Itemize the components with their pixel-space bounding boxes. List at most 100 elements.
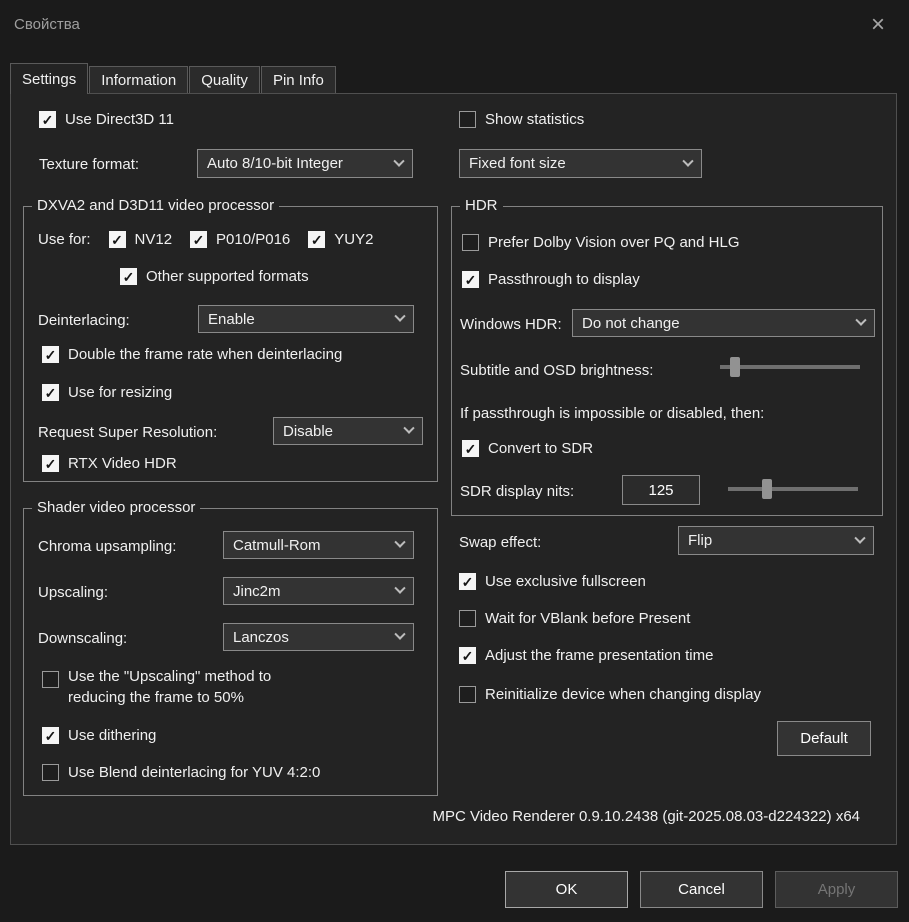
exclusive-fullscreen-row[interactable]: Use exclusive fullscreen: [459, 573, 646, 590]
blend-deinterlacing-checkbox[interactable]: [42, 764, 59, 781]
cancel-button[interactable]: Cancel: [640, 871, 763, 908]
double-frame-rate-row[interactable]: Double the frame rate when deinterlacing: [42, 346, 342, 363]
swap-effect-value: Flip: [688, 532, 713, 549]
osd-brightness-slider-track[interactable]: [720, 365, 860, 369]
osd-brightness-slider[interactable]: [720, 357, 860, 377]
tab-quality-label: Quality: [201, 71, 248, 89]
swap-effect-dropdown[interactable]: Flip: [678, 526, 874, 555]
default-button[interactable]: Default: [777, 721, 871, 756]
other-formats-row[interactable]: Other supported formats: [120, 268, 309, 285]
chevron-down-icon: [394, 628, 406, 640]
passthrough-label: Passthrough to display: [488, 271, 640, 288]
use-for-resizing-checkbox[interactable]: [42, 384, 59, 401]
exclusive-fullscreen-checkbox[interactable]: [459, 573, 476, 590]
rtx-video-hdr-row[interactable]: RTX Video HDR: [42, 455, 177, 472]
sdr-nits-slider-thumb[interactable]: [762, 479, 772, 499]
sdr-nits-slider[interactable]: [728, 479, 858, 499]
upscaling-method-50-label: Use the "Upscaling" method to reducing t…: [68, 668, 272, 706]
upscaling-dropdown[interactable]: Jinc2m: [223, 577, 414, 605]
format-p010-checkbox[interactable]: [190, 231, 208, 248]
convert-to-sdr-checkbox[interactable]: [462, 440, 479, 457]
convert-to-sdr-label: Convert to SDR: [488, 440, 594, 457]
other-formats-checkbox[interactable]: [120, 268, 137, 285]
font-size-dropdown[interactable]: Fixed font size: [459, 149, 702, 178]
adjust-frame-time-row[interactable]: Adjust the frame presentation time: [459, 647, 713, 664]
windows-hdr-label: Windows HDR:: [460, 316, 562, 333]
osd-brightness-slider-thumb[interactable]: [730, 357, 740, 377]
osd-brightness-label: Subtitle and OSD brightness:: [460, 362, 654, 379]
wait-vblank-label: Wait for VBlank before Present: [485, 610, 691, 627]
windows-hdr-value: Do not change: [582, 314, 680, 332]
format-nv12-item[interactable]: NV12: [108, 231, 172, 248]
dxva-group: DXVA2 and D3D11 video processor Use for:…: [23, 197, 438, 482]
sdr-nits-input[interactable]: [622, 475, 700, 505]
convert-to-sdr-row[interactable]: Convert to SDR: [462, 440, 593, 457]
hdr-group: HDR Prefer Dolby Vision over PQ and HLG …: [451, 197, 883, 516]
format-yuy2-label: YUY2: [334, 231, 374, 248]
dxva-group-title: DXVA2 and D3D11 video processor: [32, 197, 280, 214]
upscaling-method-50-checkbox[interactable]: [42, 671, 59, 688]
downscaling-label: Downscaling:: [38, 630, 128, 647]
deinterlacing-value: Enable: [208, 310, 255, 328]
deinterlacing-dropdown[interactable]: Enable: [198, 305, 414, 333]
double-frame-rate-checkbox[interactable]: [42, 346, 59, 363]
rtx-video-hdr-label: RTX Video HDR: [68, 455, 177, 472]
use-direct3d11-checkbox[interactable]: [39, 111, 56, 128]
close-icon[interactable]: ×: [863, 10, 893, 40]
format-nv12-checkbox[interactable]: [108, 231, 126, 248]
prefer-dolby-vision-checkbox[interactable]: [462, 234, 479, 251]
show-statistics-row[interactable]: Show statistics: [459, 111, 584, 128]
use-direct3d11-label: Use Direct3D 11: [65, 111, 174, 128]
tab-information[interactable]: Information: [89, 66, 189, 93]
tab-settings[interactable]: Settings: [10, 63, 89, 94]
wait-vblank-row[interactable]: Wait for VBlank before Present: [459, 610, 690, 627]
chevron-down-icon: [394, 582, 406, 594]
rtx-video-hdr-checkbox[interactable]: [42, 455, 59, 472]
format-yuy2-item[interactable]: YUY2: [308, 231, 373, 248]
sdr-nits-slider-track[interactable]: [728, 487, 858, 491]
ok-button[interactable]: OK: [505, 871, 628, 908]
show-statistics-label: Show statistics: [485, 111, 585, 128]
adjust-frame-time-checkbox[interactable]: [459, 647, 476, 664]
sdr-nits-label: SDR display nits:: [460, 483, 575, 500]
use-dithering-checkbox[interactable]: [42, 727, 59, 744]
wait-vblank-checkbox[interactable]: [459, 610, 476, 627]
chroma-upsampling-dropdown[interactable]: Catmull-Rom: [223, 531, 414, 559]
windows-hdr-dropdown[interactable]: Do not change: [572, 309, 875, 337]
use-for-resizing-row[interactable]: Use for resizing: [42, 384, 172, 401]
reinit-device-row[interactable]: Reinitialize device when changing displa…: [459, 686, 761, 703]
upscaling-label: Upscaling:: [38, 584, 109, 601]
format-p010-item[interactable]: P010/P016: [190, 231, 290, 248]
passthrough-row[interactable]: Passthrough to display: [462, 271, 640, 288]
passthrough-note: If passthrough is impossible or disabled…: [460, 405, 765, 422]
blend-deinterlacing-row[interactable]: Use Blend deinterlacing for YUV 4:2:0: [42, 764, 320, 781]
tab-pin-info[interactable]: Pin Info: [260, 66, 336, 93]
super-resolution-dropdown[interactable]: Disable: [273, 417, 423, 445]
downscaling-value: Lanczos: [233, 628, 289, 646]
upscaling-method-50-row[interactable]: Use the "Upscaling" method to reducing t…: [42, 666, 313, 708]
passthrough-checkbox[interactable]: [462, 271, 479, 288]
chevron-down-icon: [855, 314, 867, 326]
use-for-row: Use for: NV12 P010/P016 YUY2: [38, 231, 373, 248]
tab-quality[interactable]: Quality: [189, 66, 260, 93]
double-frame-rate-label: Double the frame rate when deinterlacing: [68, 346, 343, 363]
shader-group: Shader video processor Chroma upsampling…: [23, 499, 438, 796]
downscaling-dropdown[interactable]: Lanczos: [223, 623, 414, 651]
title-bar: Свойства ×: [0, 0, 909, 52]
prefer-dolby-vision-label: Prefer Dolby Vision over PQ and HLG: [488, 234, 740, 251]
format-p010-label: P010/P016: [216, 231, 291, 248]
reinit-device-checkbox[interactable]: [459, 686, 476, 703]
texture-format-label: Texture format:: [39, 156, 140, 173]
format-yuy2-checkbox[interactable]: [308, 231, 326, 248]
prefer-dolby-vision-row[interactable]: Prefer Dolby Vision over PQ and HLG: [462, 234, 740, 251]
apply-button[interactable]: Apply: [775, 871, 898, 908]
chevron-down-icon: [394, 310, 406, 322]
use-direct3d11-row[interactable]: Use Direct3D 11: [39, 111, 174, 128]
chevron-down-icon: [393, 155, 405, 167]
hdr-group-title: HDR: [460, 197, 503, 214]
tab-information-label: Information: [101, 71, 177, 89]
adjust-frame-time-label: Adjust the frame presentation time: [485, 647, 714, 664]
texture-format-dropdown[interactable]: Auto 8/10-bit Integer: [197, 149, 413, 178]
use-dithering-row[interactable]: Use dithering: [42, 727, 156, 744]
show-statistics-checkbox[interactable]: [459, 111, 476, 128]
